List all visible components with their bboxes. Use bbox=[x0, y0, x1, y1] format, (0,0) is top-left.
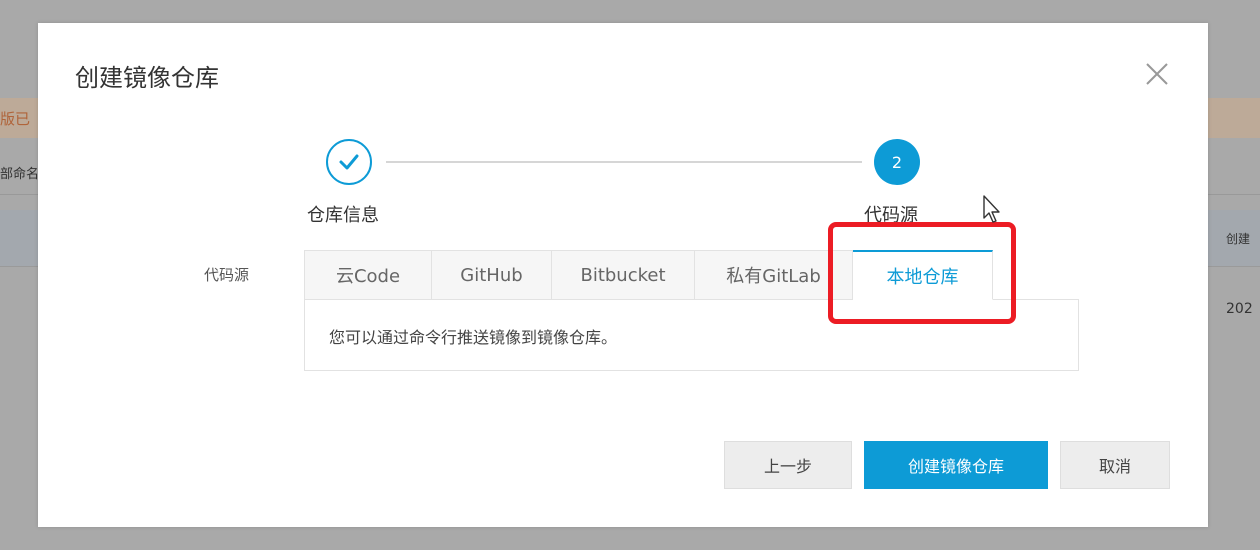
step-2-label: 代码源 bbox=[864, 205, 918, 226]
background-row-text: 部命名 bbox=[0, 167, 40, 182]
tab-panel: 您可以通过命令行推送镜像到镜像仓库。 bbox=[304, 299, 1079, 371]
close-icon bbox=[1146, 63, 1168, 85]
step-2-circle: 2 bbox=[874, 139, 920, 185]
background-notice-text: 版已 bbox=[0, 110, 31, 128]
tab-github[interactable]: GitHub bbox=[432, 250, 552, 300]
tab-local-repository[interactable]: 本地仓库 bbox=[853, 250, 993, 300]
create-repository-button[interactable]: 创建镜像仓库 bbox=[864, 441, 1048, 489]
code-source-label: 代码源 bbox=[204, 266, 250, 284]
tab-private-gitlab[interactable]: 私有GitLab bbox=[695, 250, 853, 300]
step-1-label: 仓库信息 bbox=[307, 205, 379, 226]
mouse-cursor-icon bbox=[982, 194, 1004, 228]
tab-bitbucket[interactable]: Bitbucket bbox=[552, 250, 695, 300]
background-value-text: 202 bbox=[1226, 301, 1253, 317]
cancel-button[interactable]: 取消 bbox=[1060, 441, 1170, 489]
dialog-title: 创建镜像仓库 bbox=[75, 64, 219, 92]
create-repository-dialog: 创建镜像仓库 仓库信息 2 代码源 代码源 云Code GitHub Bitbu… bbox=[38, 23, 1208, 527]
tab-panel-description: 您可以通过命令行推送镜像到镜像仓库。 bbox=[329, 328, 618, 347]
close-button[interactable] bbox=[1144, 61, 1170, 87]
code-source-tabs: 云Code GitHub Bitbucket 私有GitLab 本地仓库 bbox=[304, 250, 993, 300]
step-connector bbox=[386, 161, 862, 163]
background-header-text: 创建 bbox=[1226, 232, 1251, 246]
previous-step-button[interactable]: 上一步 bbox=[724, 441, 852, 489]
check-icon bbox=[339, 154, 359, 170]
tab-yun-code[interactable]: 云Code bbox=[304, 250, 432, 300]
step-1-circle bbox=[326, 139, 372, 185]
screen: 版已 部命名 创建 202 创建镜像仓库 仓库信息 2 代码源 代码源 云Cod… bbox=[0, 0, 1260, 550]
